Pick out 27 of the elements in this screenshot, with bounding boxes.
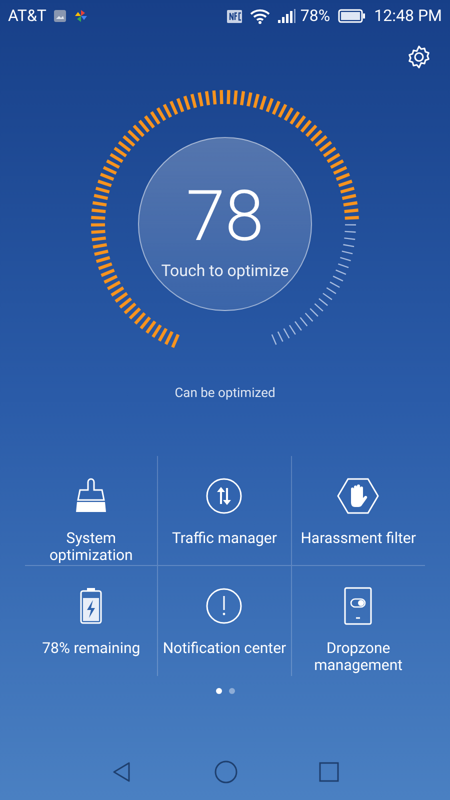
phone-toggle-icon <box>344 586 372 624</box>
gallery-notification-icon <box>54 10 66 22</box>
broom-icon <box>74 476 108 514</box>
back-icon[interactable] <box>110 761 133 783</box>
nfc-icon <box>227 10 242 22</box>
optimize-button[interactable]: 78 Touch to optimize <box>138 137 312 311</box>
recent-apps-icon[interactable] <box>319 762 340 782</box>
battery-icon <box>338 9 366 23</box>
tool-tile[interactable]: Notification center <box>158 566 292 676</box>
clock-time: 12:48 PM <box>374 5 442 27</box>
tool-tile[interactable]: Traffic manager <box>158 456 292 566</box>
charging-battery-icon <box>79 586 104 624</box>
tool-tile[interactable]: System optimization <box>25 456 158 566</box>
signal-icon <box>278 9 296 23</box>
status-message: Can be optimized <box>174 386 276 401</box>
wifi-icon <box>250 8 270 24</box>
hand-icon <box>337 476 380 514</box>
battery-percentage: 78% <box>300 5 330 27</box>
up-down-arrows-icon <box>205 476 244 514</box>
exclamation-icon <box>205 586 244 624</box>
settings-icon[interactable] <box>406 44 432 70</box>
carrier-name: AT&T <box>8 5 46 27</box>
tool-tile[interactable]: Dropzone management <box>292 566 425 676</box>
pinwheel-icon <box>74 9 88 23</box>
home-icon[interactable] <box>214 760 238 784</box>
tool-tile[interactable]: Harassment filter <box>292 456 425 566</box>
tool-tile[interactable]: 78% remaining <box>25 566 158 676</box>
